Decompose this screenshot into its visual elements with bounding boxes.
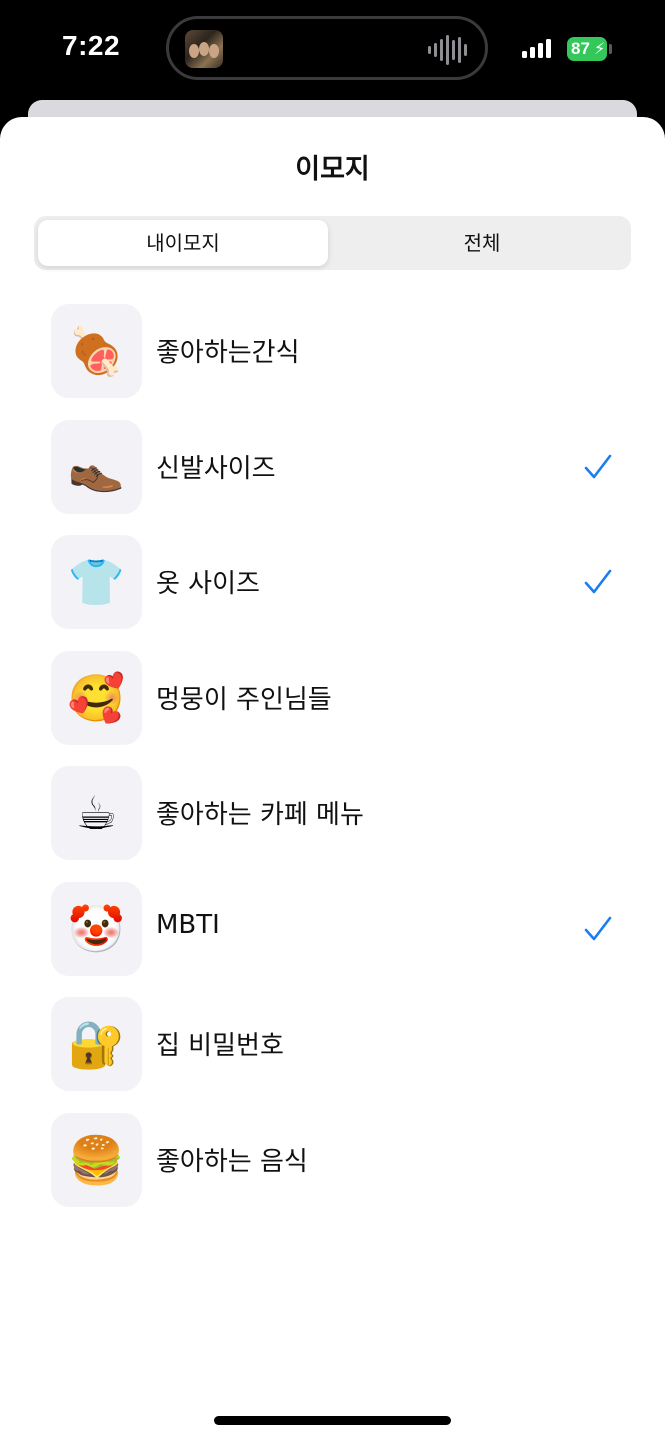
list-item-label: MBTI [156, 910, 220, 940]
checkmark-icon [584, 454, 612, 479]
charging-bolt-icon: ⚡︎ [594, 39, 606, 58]
battery-tip [609, 44, 612, 54]
list-item[interactable]: 👕 옷 사이즈 [0, 535, 665, 631]
status-time: 7:22 [62, 30, 121, 61]
smiling-face-with-hearts-icon: 🥰 [51, 651, 142, 745]
dynamic-island[interactable] [166, 16, 488, 80]
list-item-label: 좋아하는 카페 메뉴 [156, 800, 364, 830]
coffee-icon: ☕ [51, 766, 142, 860]
tab-my-emoji[interactable]: 내이모지 [38, 220, 328, 266]
list-item[interactable]: 🔐 집 비밀번호 [0, 997, 665, 1093]
list-item-label: 좋아하는 음식 [156, 1147, 308, 1177]
lock-with-key-icon: 🔐 [51, 997, 142, 1091]
list-item-label: 집 비밀번호 [156, 1031, 284, 1061]
list-item[interactable]: 🥰 멍뭉이 주인님들 [0, 651, 665, 747]
home-indicator[interactable] [214, 1416, 451, 1425]
meat-on-bone-icon: 🍖 [51, 304, 142, 398]
list-item-label: 옷 사이즈 [156, 569, 260, 599]
checkmark-icon [584, 916, 612, 941]
battery-level: 87 [571, 39, 590, 58]
album-art-icon [185, 30, 223, 68]
hamburger-icon: 🍔 [51, 1113, 142, 1207]
list-item-label: 좋아하는간식 [156, 338, 300, 368]
tab-all[interactable]: 전체 [337, 220, 627, 266]
segmented-control: 내이모지 전체 [34, 216, 631, 270]
shoe-icon: 👞 [51, 420, 142, 514]
list-item[interactable]: 🍖 좋아하는간식 [0, 304, 665, 400]
sheet-title: 이모지 [295, 154, 370, 185]
list-item[interactable]: 👞 신발사이즈 [0, 420, 665, 516]
checkmark-icon [584, 569, 612, 594]
list-item-label: 멍뭉이 주인님들 [156, 685, 332, 715]
shirt-icon: 👕 [51, 535, 142, 629]
clown-face-icon: 🤡 [51, 882, 142, 976]
screen: 7:22 87 ⚡︎ 이모지 내이모지 전체 🍖 좋아하는간식 👞 신발사이즈 … [0, 0, 665, 1440]
list-item[interactable]: 🤡 MBTI [0, 882, 665, 978]
list-item-label: 신발사이즈 [156, 454, 276, 484]
list-item[interactable]: 🍔 좋아하는 음식 [0, 1113, 665, 1209]
cellular-signal-icon [522, 38, 551, 58]
list-item[interactable]: ☕ 좋아하는 카페 메뉴 [0, 766, 665, 862]
audio-waveform-icon [428, 35, 467, 65]
